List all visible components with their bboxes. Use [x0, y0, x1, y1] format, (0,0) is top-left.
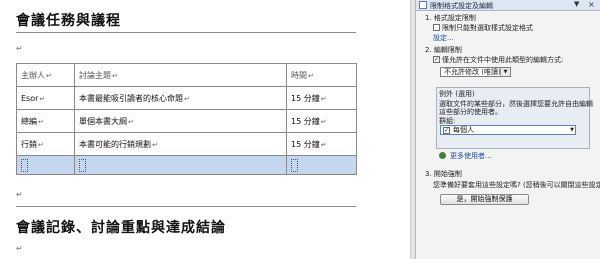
people-icon [439, 152, 446, 159]
table-cell[interactable]: 15 分鐘↵ [286, 86, 357, 110]
paragraph-mark: ↵ [16, 190, 23, 199]
exceptions-title: 例外 (選用) [439, 90, 475, 98]
restrict-editing-icon [419, 1, 427, 9]
agenda-table[interactable]: 主辦人↵ 討論主題↵ 時間↵ Esor↵ 本書最能吸引讀者的核心命題↵ 15 分… [16, 63, 357, 175]
section1-title: 1. 格式設定限制 [425, 14, 476, 22]
editing-restriction-checkbox[interactable]: ✓ [433, 56, 440, 63]
chevron-down-icon: ▼ [500, 68, 510, 76]
pane-options-dropdown-icon[interactable]: ▼ [574, 0, 579, 8]
table-cell[interactable]: 行銷↵ [16, 132, 75, 156]
paragraph-mark: ↵ [16, 244, 23, 253]
table-header-row: 主辦人↵ 討論主題↵ 時間↵ [16, 63, 357, 87]
heading-meeting-agenda: 會議任務與議程 [16, 13, 121, 29]
more-users-link[interactable]: 更多使用者... [450, 151, 492, 161]
heading-meeting-notes: 會議記錄、討論重點與達成結論 [16, 220, 226, 236]
table-row-selected [16, 155, 357, 175]
table-cell-selected[interactable] [74, 155, 287, 175]
group-everyone-checkbox[interactable]: ✓ [443, 127, 450, 134]
table-cell-selected[interactable] [16, 155, 75, 175]
table-cell[interactable]: 本書最能吸引讀者的核心命題↵ [74, 86, 287, 110]
section3-title: 3. 開始強制 [425, 170, 462, 178]
table-cell[interactable]: 單個本書大綱↵ [74, 109, 287, 133]
pane-title-bar: 限制格式設定及編輯 ▼ × [416, 0, 600, 11]
editing-type-value: 不允許修改 (唯讀) [444, 68, 501, 76]
table-header-cell[interactable]: 時間↵ [286, 63, 357, 87]
editing-restriction-label: 僅允許在文件中使用此類型的編輯方式: [442, 56, 564, 64]
cell-end-marker [79, 158, 86, 172]
cell-end-marker [21, 158, 28, 172]
settings-link[interactable]: 設定... [433, 33, 454, 43]
section3-question: 您準備好要套用這些設定嗎? (您稍後可以關閉這些設定) [433, 181, 600, 189]
table-row: Esor↵ 本書最能吸引讀者的核心命題↵ 15 分鐘↵ [16, 86, 357, 110]
table-cell[interactable]: Esor↵ [16, 86, 75, 110]
cell-end-marker [291, 158, 298, 172]
table-cell[interactable]: 總編↵ [16, 109, 75, 133]
table-header-cell[interactable]: 討論主題↵ [74, 63, 287, 87]
formatting-restriction-label: 限制只能對選取樣式設定格式 [442, 24, 533, 32]
chevron-down-icon[interactable]: ▼ [570, 126, 574, 134]
formatting-restriction-checkbox[interactable] [433, 24, 440, 31]
table-cell[interactable]: 15 分鐘↵ [286, 109, 357, 133]
table-row: 總編↵ 單個本書大綱↵ 15 分鐘↵ [16, 109, 357, 133]
document-area[interactable]: 會議任務與議程 ↵ 主辦人↵ 討論主題↵ 時間↵ Esor↵ 本書最能吸引讀者的… [0, 0, 410, 259]
pane-title: 限制格式設定及編輯 [430, 2, 493, 10]
restrict-editing-pane: 限制格式設定及編輯 ▼ × 1. 格式設定限制 限制只能對選取樣式設定格式 設定… [416, 0, 600, 259]
section2-title: 2. 編輯限制 [425, 46, 462, 54]
group-everyone-label: 每個人 [453, 126, 474, 134]
table-cell[interactable]: 本書可能的行銷規劃↵ [74, 132, 287, 156]
start-enforcing-button[interactable]: 是，開始強制保護 [440, 194, 529, 205]
close-icon[interactable]: × [588, 0, 595, 9]
table-row: 行銷↵ 本書可能的行銷規劃↵ 15 分鐘↵ [16, 132, 357, 156]
editing-type-select[interactable]: 不允許修改 (唯讀) ▼ [440, 67, 511, 77]
heading-rule [16, 206, 356, 207]
group-everyone-row[interactable]: ✓ 每個人 ▼ [440, 125, 576, 135]
table-cell-selected[interactable] [286, 155, 357, 175]
table-header-cell[interactable]: 主辦人↵ [16, 63, 75, 87]
heading-rule [16, 32, 356, 33]
paragraph-mark: ↵ [16, 44, 23, 53]
table-cell[interactable]: 15 分鐘↵ [286, 132, 357, 156]
